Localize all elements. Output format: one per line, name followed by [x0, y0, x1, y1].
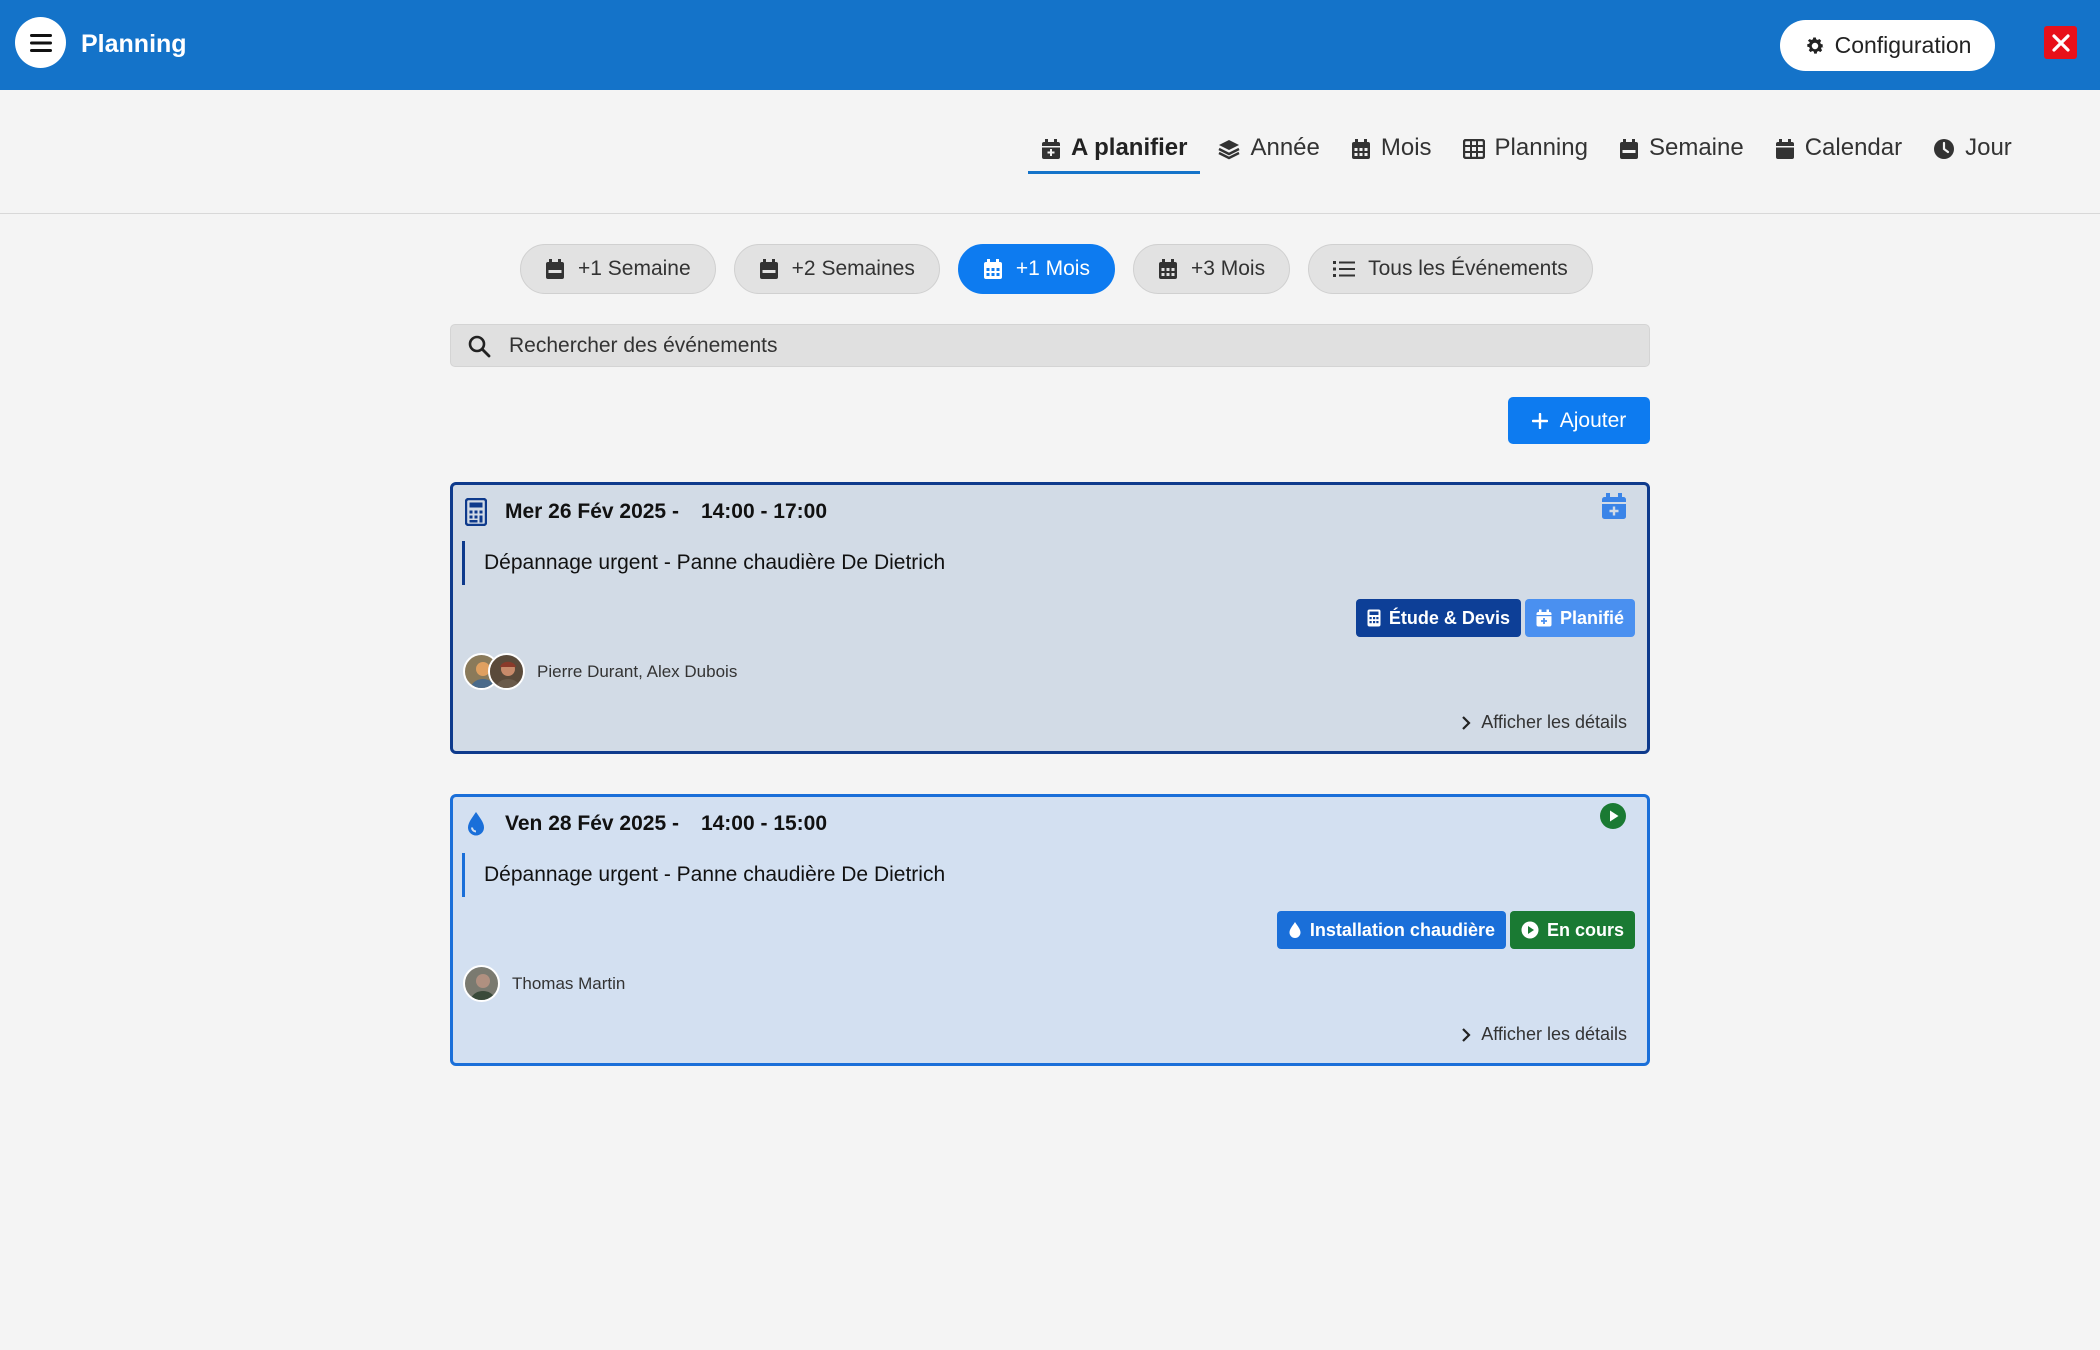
- assignee-names: Pierre Durant, Alex Dubois: [537, 661, 738, 681]
- tab-annee[interactable]: Année: [1205, 130, 1332, 174]
- tab-label: Mois: [1380, 134, 1432, 161]
- view-tabs: A planifier Année Mois Planning Semaine …: [1028, 130, 2030, 174]
- badge-label: Étude & Devis: [1388, 607, 1510, 628]
- calculator-icon: [1367, 609, 1381, 627]
- assignees: Thomas Martin: [463, 965, 625, 1002]
- tab-calendar[interactable]: Calendar: [1762, 130, 1915, 174]
- range-3-mois[interactable]: +3 Mois: [1132, 244, 1291, 294]
- badge-label: Installation chaudière: [1309, 919, 1495, 940]
- droplet-icon: [468, 812, 484, 836]
- tab-mois[interactable]: Mois: [1338, 130, 1445, 174]
- range-label: Tous les Événements: [1368, 257, 1568, 280]
- tab-label: Semaine: [1648, 134, 1744, 161]
- show-details-link[interactable]: Afficher les détails: [1461, 712, 1627, 733]
- chevron-right-icon: [1462, 1027, 1471, 1042]
- chevron-right-icon: [1462, 715, 1471, 730]
- tab-label: Planning: [1494, 134, 1588, 161]
- avatar: [488, 653, 525, 690]
- event-title: Dépannage urgent - Panne chaudière De Di…: [462, 541, 945, 585]
- calendar-grid-icon: [983, 259, 1002, 279]
- event-header: Mer 26 Fév 2025 - 14:00 - 17:00: [465, 498, 827, 526]
- event-badges: Installation chaudière En cours: [1276, 911, 1635, 949]
- assignee-names: Thomas Martin: [512, 973, 626, 993]
- badge-etude-devis: Étude & Devis: [1355, 599, 1521, 637]
- details-label: Afficher les détails: [1481, 712, 1627, 732]
- tab-label: Jour: [1965, 134, 2012, 161]
- event-card[interactable]: Ven 28 Fév 2025 - 14:00 - 15:00 Dépannag…: [450, 794, 1650, 1066]
- gear-icon: [1806, 36, 1824, 54]
- add-button[interactable]: Ajouter: [1508, 397, 1650, 444]
- calendar-week-icon: [759, 259, 778, 279]
- configuration-button[interactable]: Configuration: [1780, 20, 1995, 71]
- app-title: Planning: [81, 30, 187, 58]
- status-corner: [1599, 802, 1627, 835]
- badge-installation: Installation chaudière: [1276, 911, 1506, 949]
- event-header: Ven 28 Fév 2025 - 14:00 - 15:00: [465, 810, 827, 838]
- event-title: Dépannage urgent - Panne chaudière De Di…: [462, 853, 945, 897]
- badge-en-cours: En cours: [1509, 911, 1635, 949]
- badge-label: Planifié: [1559, 607, 1624, 628]
- header-divider: [0, 213, 2100, 214]
- tab-label: Calendar: [1804, 134, 1903, 161]
- event-badges: Étude & Devis Planifié: [1355, 599, 1635, 637]
- calendar-week-icon: [1619, 139, 1638, 159]
- show-details-link[interactable]: Afficher les détails: [1461, 1024, 1627, 1045]
- menu-button[interactable]: [15, 17, 66, 68]
- tab-label: Année: [1250, 134, 1320, 161]
- tab-a-planifier[interactable]: A planifier: [1028, 130, 1201, 174]
- event-date: Mer 26 Fév 2025 -: [505, 500, 679, 523]
- tab-label: A planifier: [1071, 134, 1188, 161]
- close-button[interactable]: [2044, 26, 2077, 59]
- close-icon: [2051, 33, 2070, 52]
- details-label: Afficher les détails: [1481, 1024, 1627, 1044]
- badge-label: En cours: [1546, 919, 1624, 940]
- plus-icon: [1531, 412, 1548, 429]
- play-circle-icon: [1600, 803, 1626, 829]
- range-1-semaine[interactable]: +1 Semaine: [520, 244, 716, 294]
- list-icon: [1333, 261, 1356, 277]
- calendar-plus-icon: [1536, 609, 1552, 627]
- calendar-week-icon: [546, 259, 564, 279]
- calendar-plus-icon: [1602, 493, 1626, 519]
- calendar-icon: [1775, 139, 1794, 159]
- event-time: 14:00 - 17:00: [700, 500, 828, 523]
- play-circle-icon: [1521, 921, 1539, 939]
- calendar-grid-icon: [1351, 139, 1370, 159]
- tab-jour[interactable]: Jour: [1920, 130, 2025, 174]
- calculator-icon: [465, 498, 487, 526]
- range-filters: +1 Semaine +2 Semaines +1 Mois +3 Mois T…: [520, 244, 1593, 294]
- calendar-plus-icon: [1042, 139, 1060, 159]
- event-time: 14:00 - 15:00: [700, 812, 828, 835]
- range-label: +3 Mois: [1190, 257, 1266, 280]
- avatar: [463, 965, 500, 1002]
- range-tous-evenements[interactable]: Tous les Événements: [1308, 244, 1593, 294]
- layers-icon: [1218, 140, 1241, 160]
- range-1-mois[interactable]: +1 Mois: [957, 244, 1115, 294]
- droplet-icon: [1289, 922, 1301, 938]
- range-label: +2 Semaines: [791, 257, 915, 280]
- badge-planifie: Planifié: [1524, 599, 1635, 637]
- range-label: +1 Semaine: [578, 257, 691, 280]
- calendar-grid-icon: [1158, 259, 1177, 279]
- hamburger-icon: [29, 33, 52, 52]
- table-icon: [1462, 139, 1485, 159]
- search-input[interactable]: [509, 333, 1609, 358]
- clock-icon: [1934, 139, 1955, 159]
- status-corner: [1601, 492, 1627, 525]
- tab-planning[interactable]: Planning: [1450, 130, 1601, 174]
- search-icon: [468, 335, 491, 357]
- search-bar: [450, 324, 1650, 367]
- assignees: Pierre Durant, Alex Dubois: [463, 653, 737, 690]
- configuration-label: Configuration: [1834, 32, 1972, 58]
- event-card[interactable]: Mer 26 Fév 2025 - 14:00 - 17:00 Dépannag…: [450, 482, 1650, 754]
- top-bar: Planning Configuration: [0, 0, 2100, 90]
- tab-semaine[interactable]: Semaine: [1606, 130, 1757, 174]
- event-date: Ven 28 Fév 2025 -: [505, 812, 679, 835]
- range-label: +1 Mois: [1015, 257, 1090, 280]
- range-2-semaines[interactable]: +2 Semaines: [733, 244, 940, 294]
- add-label: Ajouter: [1559, 408, 1627, 432]
